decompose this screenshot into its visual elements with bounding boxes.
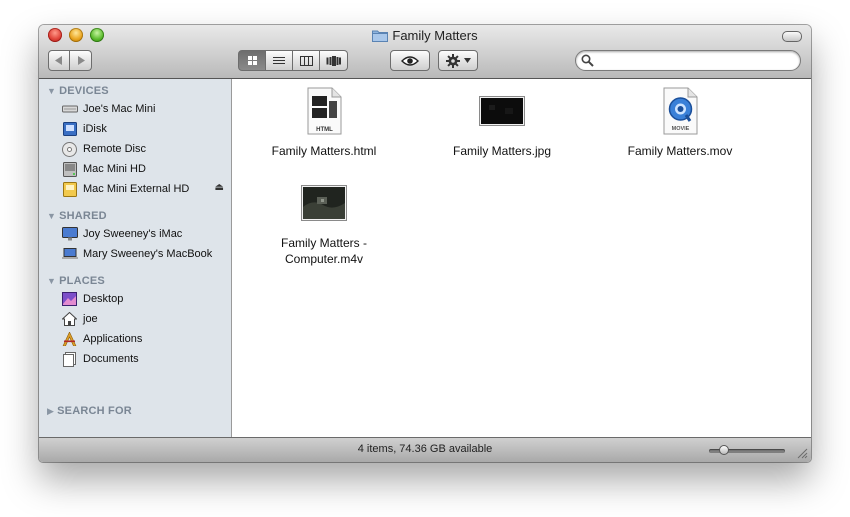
eye-icon xyxy=(401,55,419,66)
resize-grip-icon[interactable] xyxy=(797,448,808,459)
search-input[interactable] xyxy=(598,53,797,70)
eject-icon[interactable]: ⏏ xyxy=(215,182,224,193)
title-bar: Family Matters xyxy=(39,25,811,79)
finder-window: Family Matters ▼ DEVICES Joe's Mac Mini … xyxy=(39,25,811,462)
list-view-button[interactable] xyxy=(266,50,293,71)
computer-icon xyxy=(61,101,78,117)
icon-view-icon xyxy=(247,56,257,65)
sidebar-item-documents[interactable]: Documents xyxy=(61,350,229,368)
laptop-icon xyxy=(61,246,78,262)
desktop-icon xyxy=(61,291,78,307)
documents-icon xyxy=(61,351,78,367)
column-view-button[interactable] xyxy=(293,50,320,71)
sidebar-item-desktop[interactable]: Desktop xyxy=(61,290,229,308)
sidebar: ▼ DEVICES Joe's Mac Mini iDisk Remote Dis… xyxy=(39,79,232,437)
file-item-html[interactable]: HTML Family Matters.html xyxy=(244,85,404,159)
toolbar-toggle-button[interactable] xyxy=(782,31,802,42)
quick-look-button[interactable] xyxy=(390,50,430,71)
column-view-icon xyxy=(299,55,313,66)
back-button[interactable] xyxy=(48,50,70,71)
file-browser-content: HTML Family Matters.html Family Matters.… xyxy=(232,79,811,437)
file-item-mov[interactable]: MOVIE Family Matters.mov xyxy=(600,85,760,159)
file-name: Family Matters.mov xyxy=(627,144,733,158)
disc-icon xyxy=(61,141,78,157)
video-thumbnail-icon xyxy=(244,177,404,229)
image-thumbnail-icon xyxy=(422,85,582,137)
sidebar-item-joe[interactable]: joe xyxy=(61,310,229,328)
view-mode-control xyxy=(238,50,348,71)
list-view-icon xyxy=(273,56,285,64)
file-item-m4v[interactable]: Family Matters - Computer.m4v xyxy=(244,177,404,267)
search-field[interactable] xyxy=(575,50,801,71)
forward-button[interactable] xyxy=(70,50,92,71)
back-forward-control xyxy=(48,50,92,71)
disclosure-triangle-collapsed-icon[interactable]: ▶ xyxy=(47,404,54,418)
sidebar-item-mac-mini-external-hd[interactable]: Mac Mini External HD ⏏ xyxy=(61,180,229,198)
file-name: Family Matters.jpg xyxy=(452,144,552,158)
sidebar-item-joes-mac-mini[interactable]: Joe's Mac Mini xyxy=(61,100,229,118)
hard-drive-icon xyxy=(61,161,78,177)
disclosure-triangle-icon[interactable]: ▼ xyxy=(47,209,56,223)
sidebar-item-idisk[interactable]: iDisk xyxy=(61,120,229,138)
sidebar-section-devices[interactable]: ▼ DEVICES xyxy=(47,84,109,98)
external-drive-icon xyxy=(61,181,78,197)
movie-badge: MOVIE xyxy=(672,126,690,132)
sidebar-item-remote-disc[interactable]: Remote Disc xyxy=(61,140,229,158)
window-title-text: Family Matters xyxy=(392,28,478,43)
folder-icon xyxy=(372,29,389,46)
sidebar-item-mary-sweeneys-macbook[interactable]: Mary Sweeney's MacBook xyxy=(61,245,229,263)
sidebar-section-shared[interactable]: ▼ SHARED xyxy=(47,209,107,223)
gear-icon xyxy=(445,53,460,68)
sidebar-section-search-for[interactable]: ▶ SEARCH FOR xyxy=(47,404,132,418)
file-name: Family Matters.html xyxy=(271,144,377,158)
action-menu-button[interactable] xyxy=(438,50,478,71)
quicktime-movie-icon: MOVIE xyxy=(600,85,760,137)
forward-arrow-icon xyxy=(77,56,85,65)
applications-icon xyxy=(61,331,78,347)
icon-size-slider[interactable] xyxy=(709,445,785,455)
sidebar-item-joy-sweeneys-imac[interactable]: Joy Sweeney's iMac xyxy=(61,225,229,243)
disclosure-triangle-icon[interactable]: ▼ xyxy=(47,84,56,98)
back-arrow-icon xyxy=(55,56,62,65)
icon-view-button[interactable] xyxy=(238,50,266,71)
sidebar-section-places[interactable]: ▼ PLACES xyxy=(47,274,105,288)
html-file-icon: HTML xyxy=(244,85,404,137)
file-name-line-2: Computer.m4v xyxy=(284,252,364,266)
chevron-down-icon xyxy=(463,58,471,63)
imac-icon xyxy=(61,226,78,242)
home-icon xyxy=(61,311,78,327)
status-text: 4 items, 74.36 GB available xyxy=(357,443,493,455)
cover-flow-icon xyxy=(326,55,341,66)
sidebar-item-applications[interactable]: Applications xyxy=(61,330,229,348)
html-badge: HTML xyxy=(316,127,333,133)
slider-knob[interactable] xyxy=(719,445,729,455)
file-name-line-1: Family Matters - xyxy=(280,236,367,250)
cover-flow-button[interactable] xyxy=(320,50,348,71)
status-bar: 4 items, 74.36 GB available xyxy=(39,437,811,462)
idisk-icon xyxy=(61,121,78,137)
disclosure-triangle-icon[interactable]: ▼ xyxy=(47,274,56,288)
file-item-jpg[interactable]: Family Matters.jpg xyxy=(422,85,582,159)
window-title: Family Matters xyxy=(39,28,811,44)
search-icon xyxy=(581,54,594,67)
sidebar-item-mac-mini-hd[interactable]: Mac Mini HD xyxy=(61,160,229,178)
